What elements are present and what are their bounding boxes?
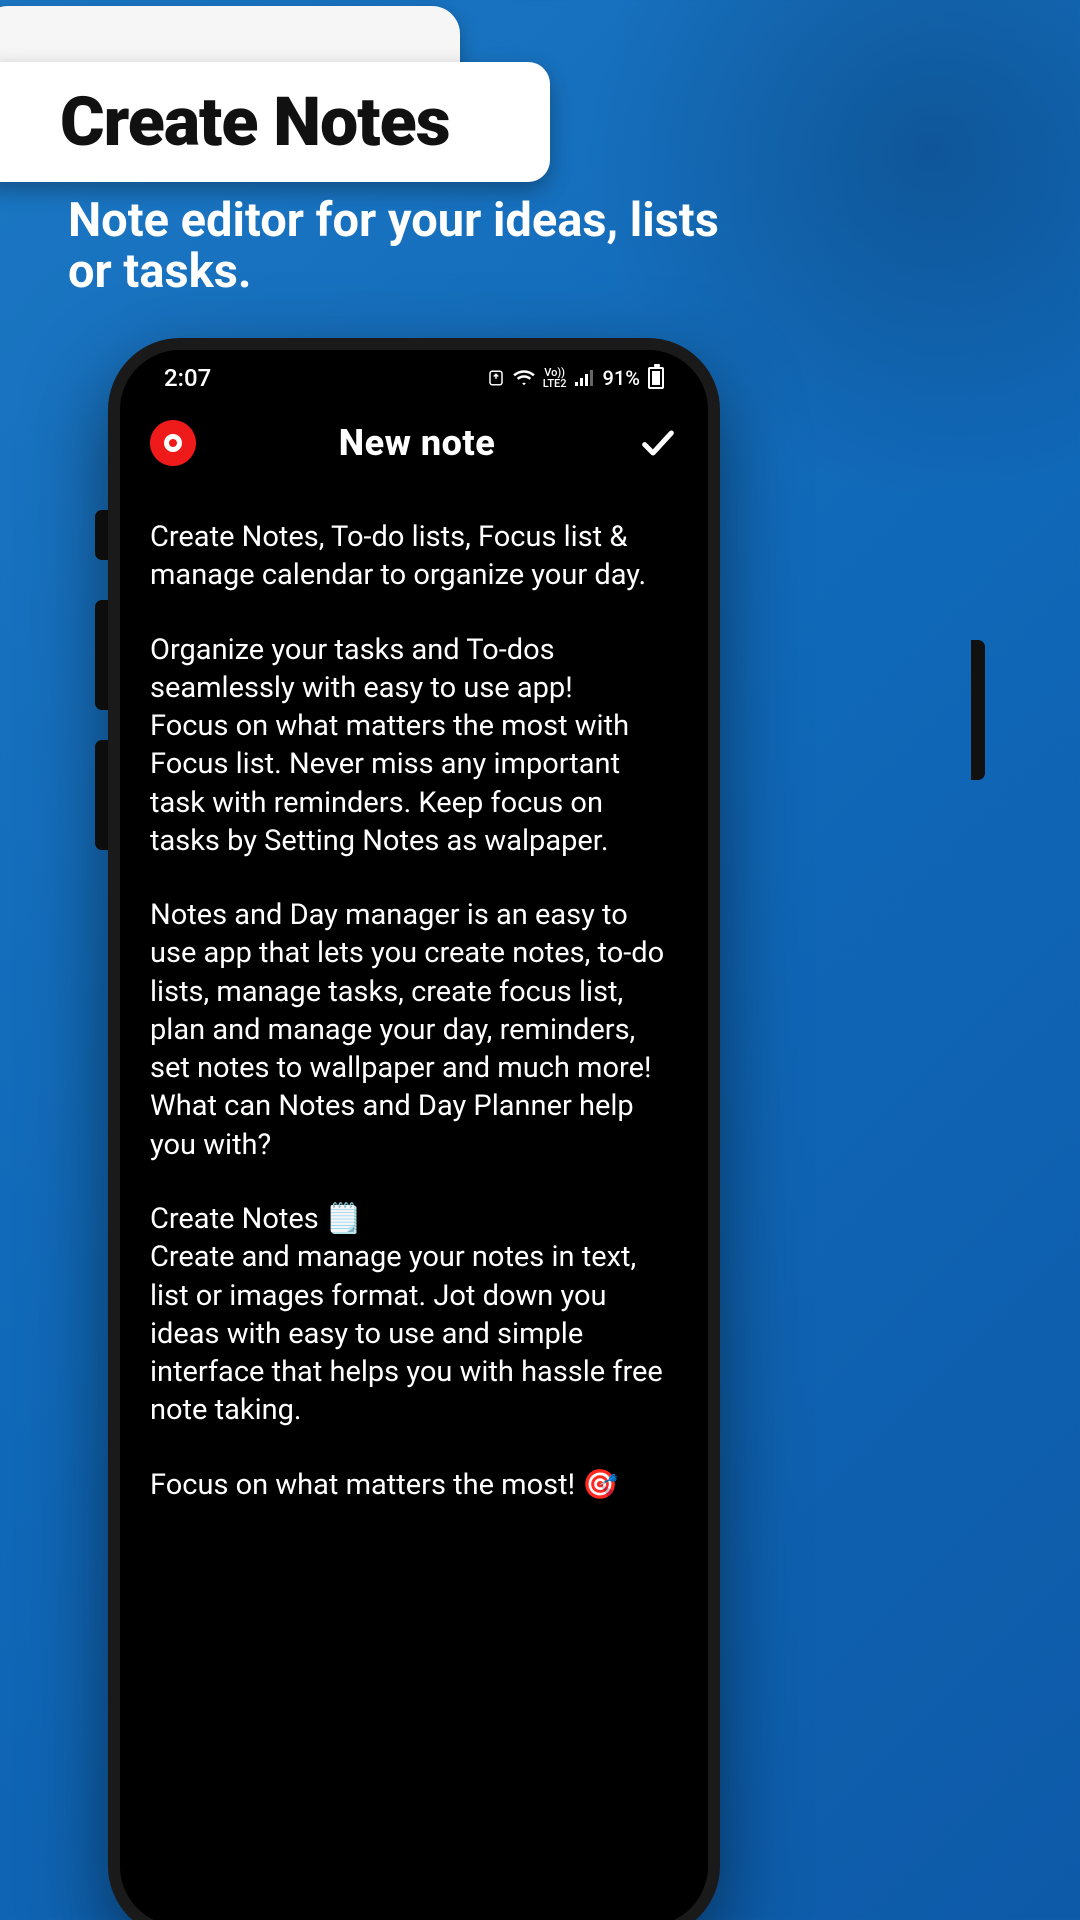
note-title: New note: [339, 422, 495, 464]
note-body[interactable]: Create Notes, To-do lists, Focus list & …: [120, 476, 708, 1534]
status-time: 2:07: [164, 364, 211, 392]
note-paragraph: Create and manage your notes in text, li…: [150, 1238, 678, 1429]
title-card: Create Notes: [0, 62, 550, 182]
page-subtitle: Note editor for your ideas, lists or tas…: [68, 196, 768, 298]
check-icon: [638, 423, 678, 463]
page-title: Create Notes: [60, 82, 450, 162]
phone-volume-up: [95, 600, 109, 710]
confirm-button[interactable]: [638, 423, 678, 463]
signal-icon: [575, 370, 595, 386]
phone-volume-down: [95, 740, 109, 850]
note-paragraph: Organize your tasks and To-dos seamlessl…: [150, 631, 678, 708]
note-paragraph: Create Notes, To-do lists, Focus list & …: [150, 518, 678, 595]
battery-percent: 91%: [603, 366, 640, 390]
phone-screen: 2:07 Vo)) LTE2 91%: [120, 350, 708, 1920]
note-paragraph: Focus on what matters the most! 🎯: [150, 1466, 678, 1504]
wifi-icon: [513, 369, 535, 387]
note-paragraph: Focus on what matters the most with Focu…: [150, 707, 678, 860]
app-header: New note: [120, 398, 708, 476]
battery-icon: [648, 367, 664, 389]
note-paragraph: Create Notes 🗒️: [150, 1200, 678, 1238]
update-icon: [487, 369, 505, 387]
network-label: Vo)) LTE2: [543, 367, 567, 389]
phone-side-button: [95, 510, 109, 560]
record-button[interactable]: [150, 420, 196, 466]
record-icon: [164, 434, 182, 452]
note-paragraph: What can Notes and Day Planner help you …: [150, 1087, 678, 1164]
status-bar: 2:07 Vo)) LTE2 91%: [120, 350, 708, 398]
note-paragraph: Notes and Day manager is an easy to use …: [150, 896, 678, 1087]
status-right: Vo)) LTE2 91%: [487, 366, 664, 390]
phone-power-button: [971, 640, 985, 780]
phone-frame: 2:07 Vo)) LTE2 91%: [108, 338, 720, 1920]
